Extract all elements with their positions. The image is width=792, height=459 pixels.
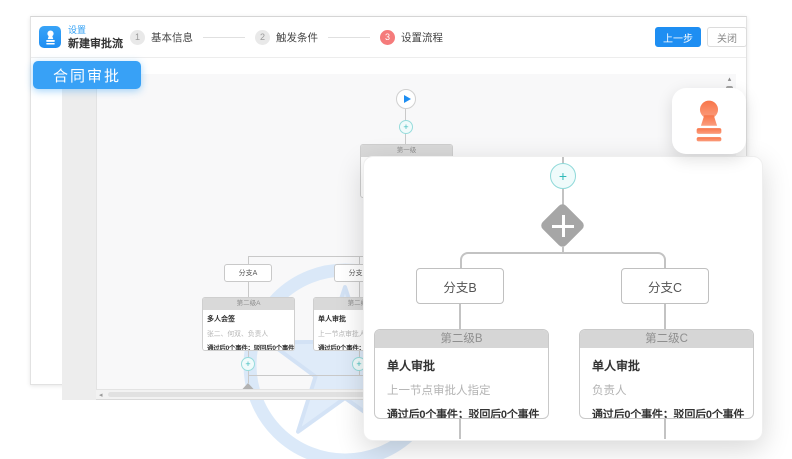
condition-diamond-node[interactable] (541, 204, 585, 248)
node-assignee: 张二、何双、负责人 (207, 328, 290, 338)
node-card-header: 第二级A (203, 298, 294, 310)
step-label: 触发条件 (276, 30, 318, 45)
page: 设置 新建审批流 1 基本信息 2 触发条件 3 设置流程 上一步 (0, 0, 792, 459)
flow-line (562, 189, 564, 205)
zoomed-flow-panel: + 分支B 分支C 第二级B 单人审批 上一节点审批人指定 通过后0个事件；驳回… (363, 156, 763, 441)
previous-step-button[interactable]: 上一步 (655, 27, 701, 47)
node-card-level2c[interactable]: 第二级C 单人审批 负责人 通过后0个事件；驳回后0个事件 (579, 329, 754, 419)
start-play-icon[interactable] (396, 89, 416, 109)
flow-name-badge: 合同审批 (33, 61, 141, 89)
flow-line (359, 282, 360, 297)
step-number: 3 (380, 30, 395, 45)
plus-icon (552, 225, 574, 228)
branch-node-a[interactable]: 分支A (224, 264, 272, 282)
scroll-up-icon[interactable]: ▴ (725, 76, 734, 84)
step-number: 1 (130, 30, 145, 45)
flow-line (248, 282, 249, 297)
flow-line (459, 419, 461, 439)
flow-line (664, 304, 666, 329)
step-set-flow-active[interactable]: 3 设置流程 (380, 30, 443, 45)
node-events: 通过后0个事件；驳回后0个事件 (207, 342, 290, 351)
node-card-level2b[interactable]: 第二级B 单人审批 上一节点审批人指定 通过后0个事件；驳回后0个事件 (374, 329, 549, 419)
stamp-app-card (672, 88, 746, 154)
flow-line (248, 256, 249, 264)
wizard-steps: 1 基本信息 2 触发条件 3 设置流程 (130, 27, 443, 47)
node-approval-type: 单人审批 (592, 357, 741, 374)
node-card-header: 第二级C (580, 330, 753, 348)
node-assignee: 上一节点审批人指定 (387, 382, 536, 398)
flow-line (248, 375, 249, 383)
step-label: 基本信息 (151, 30, 193, 45)
window-header: 设置 新建审批流 1 基本信息 2 触发条件 3 设置流程 上一步 (31, 17, 746, 58)
node-approval-type: 单人审批 (387, 357, 536, 374)
stamp-icon (690, 99, 728, 143)
step-connector (328, 37, 370, 38)
step-number: 2 (255, 30, 270, 45)
play-triangle-icon (404, 95, 411, 103)
app-stamp-icon (39, 26, 61, 48)
add-node-button[interactable]: + (241, 357, 255, 371)
node-card-level2a[interactable]: 第二级A 多人会签 张二、何双、负责人 通过后0个事件；驳回后0个事件 (202, 297, 295, 351)
node-approval-type: 多人会签 (207, 314, 290, 324)
branch-node-c[interactable]: 分支C (621, 268, 709, 304)
branch-node-b[interactable]: 分支B (416, 268, 504, 304)
node-card-header: 第二级B (375, 330, 548, 348)
close-button[interactable]: 关闭 (707, 27, 747, 47)
node-events: 通过后0个事件；驳回后0个事件 (387, 406, 536, 419)
flow-line (664, 419, 666, 439)
add-node-button[interactable]: + (550, 163, 576, 189)
step-basic-info[interactable]: 1 基本信息 (130, 30, 193, 45)
canvas-left-gutter (62, 74, 96, 400)
flow-line (459, 304, 461, 329)
step-trigger-condition[interactable]: 2 触发条件 (255, 30, 318, 45)
flow-line (359, 256, 360, 264)
branch-connector-left (460, 252, 563, 268)
scroll-left-icon[interactable]: ◂ (99, 391, 103, 399)
add-node-button[interactable]: + (399, 120, 413, 134)
page-title: 新建审批流 (68, 35, 123, 51)
branch-connector-right (562, 252, 666, 268)
node-assignee: 负责人 (592, 382, 741, 398)
node-events: 通过后0个事件；驳回后0个事件 (592, 406, 741, 419)
step-connector (203, 37, 245, 38)
step-label: 设置流程 (401, 30, 443, 45)
